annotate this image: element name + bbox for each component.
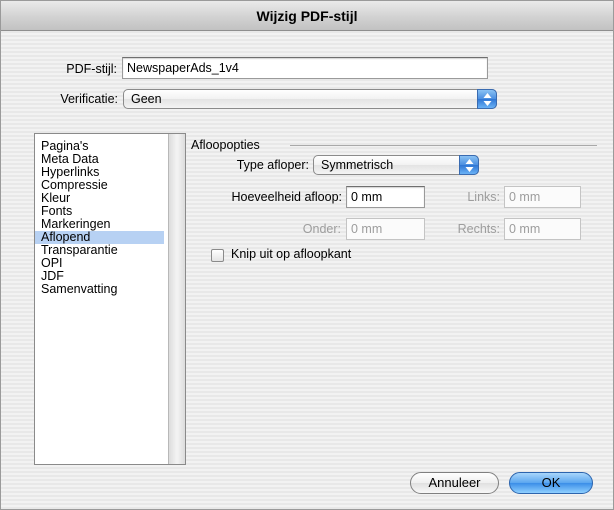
- verification-label: Verificatie:: [60, 92, 118, 106]
- bleed-amount-label: Hoeveelheid afloop:: [231, 190, 343, 204]
- bleed-left-label: Links:: [467, 190, 500, 204]
- pdf-style-field[interactable]: NewspaperAds_1v4: [122, 57, 488, 79]
- clip-label: Knip uit op afloopkant: [231, 247, 352, 261]
- bleed-right-label: Rechts:: [457, 222, 500, 236]
- verification-value: Geen: [131, 92, 162, 106]
- cancel-button[interactable]: Annuleer: [410, 472, 499, 494]
- bleed-group-title: Afloopopties: [191, 138, 260, 152]
- sidebar-item-samenvatting[interactable]: Samenvatting: [35, 283, 164, 296]
- category-list[interactable]: Pagina's Meta Data Hyperlinks Compressie…: [34, 133, 186, 465]
- bleed-type-label: Type afloper:: [236, 158, 309, 172]
- dialog-window: Wijzig PDF-stijl PDF-stijl: NewspaperAds…: [0, 0, 614, 510]
- bleed-type-popup[interactable]: Symmetrisch: [313, 155, 479, 175]
- pdf-style-label: PDF-stijl:: [66, 62, 117, 76]
- window-title: Wijzig PDF-stijl: [1, 1, 613, 31]
- bleed-type-value: Symmetrisch: [321, 158, 394, 172]
- bleed-amount-field[interactable]: 0 mm: [346, 186, 425, 208]
- clip-checkbox[interactable]: [211, 249, 224, 262]
- up-down-arrows-icon: [459, 155, 479, 175]
- bleed-bottom-label: Onder:: [302, 222, 341, 236]
- bleed-left-field: 0 mm: [504, 186, 581, 208]
- bleed-bottom-field: 0 mm: [346, 218, 425, 240]
- list-scrollbar[interactable]: [168, 134, 185, 464]
- verification-popup[interactable]: Geen: [123, 89, 497, 109]
- up-down-arrows-icon: [477, 89, 497, 109]
- ok-button[interactable]: OK: [509, 472, 593, 494]
- bleed-right-field: 0 mm: [504, 218, 581, 240]
- group-divider: [290, 145, 597, 146]
